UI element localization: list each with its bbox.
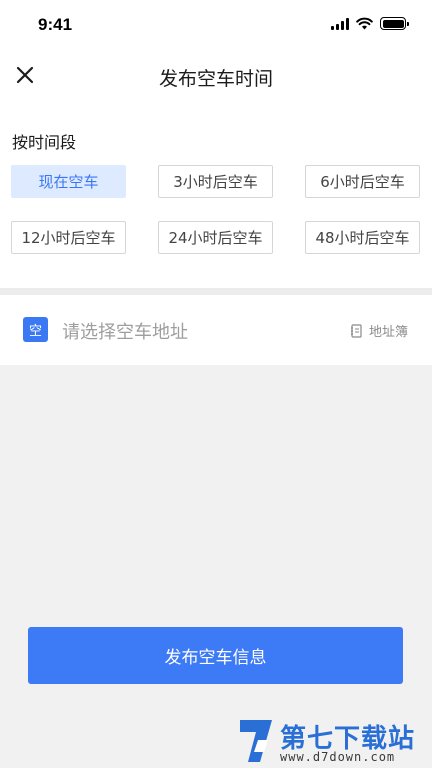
status-time: 9:41 xyxy=(38,15,73,34)
watermark: 第七下载站 www.d7down.com xyxy=(234,716,430,766)
time-option-48h[interactable]: 48小时后空车 xyxy=(305,221,420,254)
header: 发布空车时间 xyxy=(0,50,432,102)
publish-button[interactable]: 发布空车信息 xyxy=(28,627,403,684)
address-selector[interactable]: 空 请选择空车地址 地址簿 xyxy=(0,295,432,365)
address-book-button[interactable]: 地址簿 xyxy=(350,321,408,340)
signal-icon xyxy=(331,17,349,30)
address-book-label: 地址簿 xyxy=(368,325,408,340)
time-option-now[interactable]: 现在空车 xyxy=(11,165,126,198)
time-option-24h[interactable]: 24小时后空车 xyxy=(158,221,273,254)
time-option-6h[interactable]: 6小时后空车 xyxy=(305,165,420,198)
status-icons xyxy=(331,17,409,30)
status-bar: 9:41 xyxy=(0,0,432,50)
time-option-12h[interactable]: 12小时后空车 xyxy=(11,221,126,254)
address-book-icon xyxy=(350,323,362,338)
watermark-logo-icon xyxy=(240,720,272,762)
battery-icon xyxy=(380,17,409,30)
watermark-url: www.d7down.com xyxy=(280,750,396,764)
section-divider xyxy=(0,288,432,295)
time-option-3h[interactable]: 3小时后空车 xyxy=(158,165,273,198)
time-period-label: 按时间段 xyxy=(12,133,77,152)
empty-vehicle-badge: 空 xyxy=(23,317,48,342)
page-title: 发布空车时间 xyxy=(158,68,273,90)
address-placeholder: 请选择空车地址 xyxy=(62,322,188,343)
wifi-icon xyxy=(356,17,373,30)
